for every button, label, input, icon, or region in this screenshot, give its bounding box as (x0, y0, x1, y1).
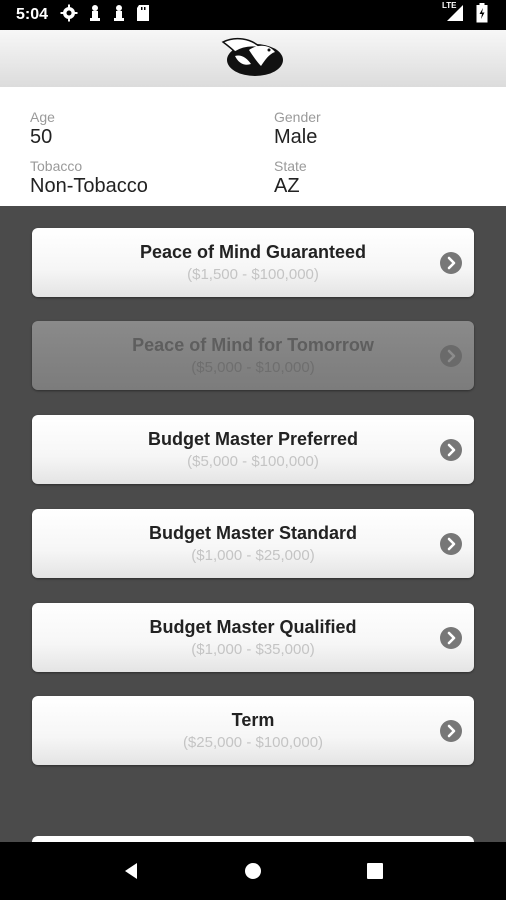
client-info-panel: Age 50 Gender Male Tobacco Non-Tobacco S… (0, 87, 506, 206)
state-value: AZ (274, 175, 300, 197)
product-name: Term (231, 710, 275, 730)
state-field: State AZ (274, 158, 307, 198)
gender-field: Gender Male (274, 109, 321, 149)
product-budget-master-standard-button[interactable]: Budget Master Standard ($1,000 - $25,000… (32, 509, 474, 578)
product-range: ($1,000 - $35,000) (191, 641, 315, 658)
chess-piece-icon (88, 4, 102, 27)
chevron-right-icon (440, 252, 462, 274)
signal-icon: LTE (442, 0, 464, 27)
gender-value: Male (274, 126, 318, 148)
eagle-logo-icon (221, 34, 285, 83)
chevron-right-icon (440, 533, 462, 555)
battery-icon (476, 2, 488, 28)
tobacco-field: Tobacco Non-Tobacco (30, 158, 148, 198)
age-value: 50 (30, 126, 53, 148)
tobacco-label: Tobacco (30, 158, 83, 174)
chevron-right-icon (440, 627, 462, 649)
gear-icon (60, 4, 78, 27)
product-peace-of-mind-for-tomorrow-button: Peace of Mind for Tomorrow ($5,000 - $10… (32, 321, 474, 390)
product-list: Peace of Mind Guaranteed ($1,500 - $100,… (0, 206, 506, 842)
product-name: Budget Master Qualified (149, 617, 357, 637)
status-time: 5:04 (16, 6, 49, 23)
product-range: ($5,000 - $100,000) (187, 453, 319, 470)
network-type: LTE (442, 0, 457, 10)
home-button[interactable] (233, 851, 273, 891)
sd-card-icon (136, 4, 150, 27)
product-range: ($1,000 - $25,000) (191, 547, 315, 564)
product-budget-master-qualified-button[interactable]: Budget Master Qualified ($1,000 - $35,00… (32, 603, 474, 672)
state-label: State (274, 158, 307, 174)
chevron-right-icon (440, 720, 462, 742)
chevron-right-icon (440, 345, 462, 367)
product-name: Budget Master Standard (148, 523, 358, 543)
chess-piece-icon (112, 4, 126, 27)
status-bar: 5:04 LTE (0, 0, 506, 30)
age-field: Age 50 (30, 109, 55, 149)
product-range: ($1,500 - $100,000) (187, 266, 319, 283)
age-label: Age (30, 109, 55, 125)
chevron-right-icon (440, 439, 462, 461)
recents-button[interactable] (355, 851, 395, 891)
navigation-bar (0, 842, 506, 900)
product-range: ($5,000 - $10,000) (191, 359, 315, 376)
app-header (0, 30, 506, 88)
product-range: ($25,000 - $100,000) (182, 734, 324, 751)
product-name: Peace of Mind Guaranteed (139, 242, 367, 262)
product-name: Peace of Mind for Tomorrow (132, 335, 374, 355)
gender-label: Gender (274, 109, 321, 125)
product-term-button[interactable]: Term ($25,000 - $100,000) (32, 696, 474, 765)
tobacco-value: Non-Tobacco (30, 175, 148, 197)
product-name: Budget Master Preferred (147, 429, 359, 449)
product-budget-master-preferred-button[interactable]: Budget Master Preferred ($5,000 - $100,0… (32, 415, 474, 484)
product-peace-of-mind-guaranteed-button[interactable]: Peace of Mind Guaranteed ($1,500 - $100,… (32, 228, 474, 297)
back-button[interactable] (111, 851, 151, 891)
